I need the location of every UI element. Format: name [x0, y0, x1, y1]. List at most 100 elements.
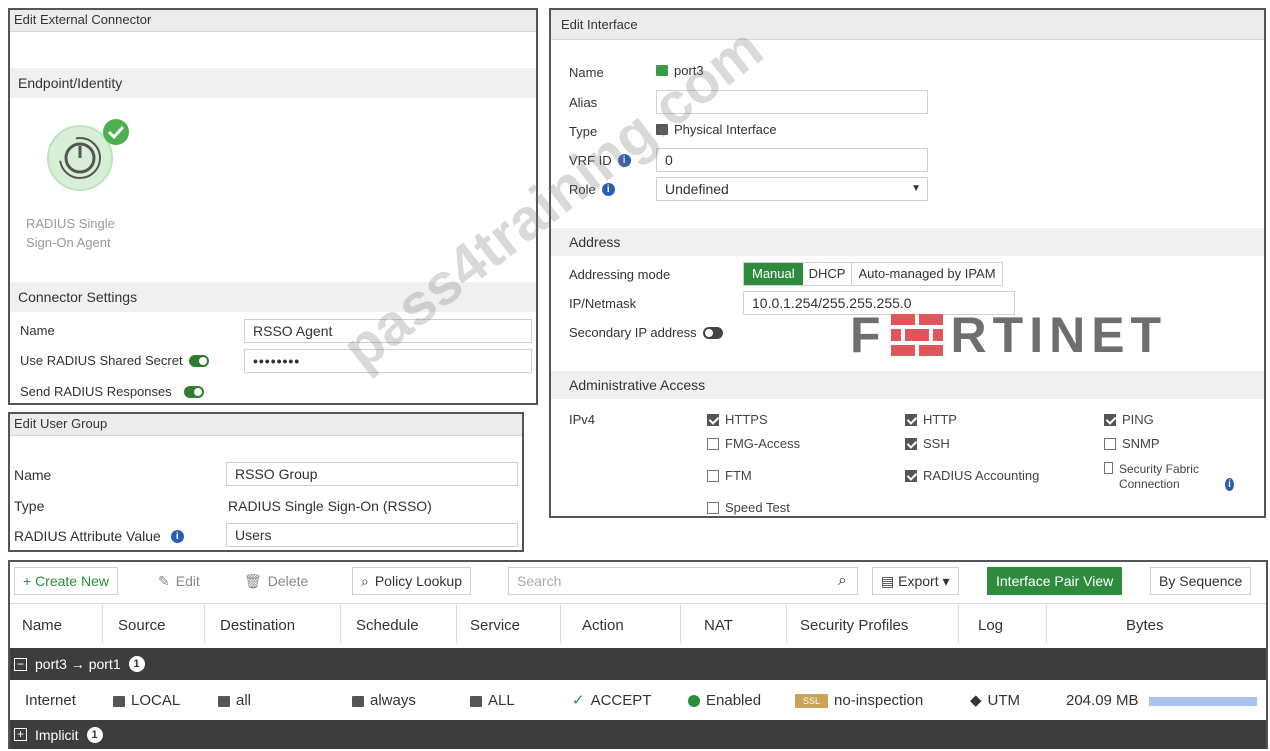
cell-log: ◆ UTM — [970, 688, 1020, 714]
bytes-bar — [1148, 696, 1257, 706]
access-checkbox-speed-test[interactable]: Speed Test — [707, 500, 790, 515]
checkbox[interactable] — [905, 413, 917, 426]
fabric-info-icon[interactable]: i — [1224, 478, 1234, 491]
vrf-info-icon[interactable]: i — [617, 154, 631, 167]
column-header-destination[interactable]: Destination — [220, 612, 295, 640]
rsso-agent-card[interactable]: RADIUS Single Sign-On Agent — [24, 110, 154, 260]
fortinet-logo: F RTINET — [850, 307, 1270, 363]
column-header-action[interactable]: Action — [582, 612, 624, 640]
by-sequence-button[interactable]: By Sequence — [1150, 567, 1252, 595]
radius-responses-label: Send RADIUS Responses — [20, 384, 172, 399]
policy-group-port3-port1[interactable]: − port3 → port1 1 — [10, 648, 1266, 680]
create-new-button[interactable]: + Create New — [14, 567, 118, 595]
column-header-nat[interactable]: NAT — [704, 612, 733, 640]
checkbox[interactable] — [707, 413, 719, 426]
policy-lookup-button[interactable]: ⌕ Policy Lookup — [352, 567, 472, 595]
cell-schedule: always — [352, 688, 416, 714]
column-header-service[interactable]: Service — [470, 612, 520, 640]
mode-dhcp-button[interactable]: DHCP — [803, 263, 853, 285]
checkbox[interactable] — [707, 469, 719, 482]
access-checkbox-ssh[interactable]: SSH — [905, 436, 950, 451]
column-header-log[interactable]: Log — [978, 612, 1003, 640]
radius-responses-toggle[interactable] — [183, 385, 204, 398]
column-divider — [958, 604, 959, 644]
rsso-agent-label: RADIUS Single Sign-On Agent — [26, 216, 115, 250]
access-checkbox-fmg-access[interactable]: FMG-Access — [707, 436, 800, 451]
collapse-icon[interactable]: − — [14, 657, 27, 671]
rsso-agent-icon — [47, 119, 129, 191]
secondary-ip-toggle[interactable] — [702, 326, 723, 339]
group-label: Implicit — [35, 726, 79, 743]
column-header-schedule[interactable]: Schedule — [356, 612, 419, 640]
checkbox[interactable] — [905, 437, 917, 450]
attr-value-input[interactable]: Users — [226, 523, 518, 547]
cell-service: ALL — [470, 688, 515, 714]
access-checkbox-security-fabric-connection[interactable]: Security Fabric Connection i — [1104, 462, 1234, 492]
policy-group-implicit[interactable]: + Implicit 1 — [10, 720, 1266, 749]
column-header-source[interactable]: Source — [118, 612, 166, 640]
access-checkbox-snmp[interactable]: SNMP — [1104, 436, 1160, 451]
physical-interface-icon — [656, 124, 668, 135]
role-info-icon[interactable]: i — [601, 183, 615, 196]
group-type-label: Type — [14, 498, 45, 514]
export-button[interactable]: ▤ Export ▾ — [872, 567, 959, 595]
fortinet-logo-mark — [890, 314, 943, 356]
checkbox[interactable] — [707, 437, 719, 450]
column-divider — [102, 604, 103, 644]
checkbox[interactable] — [1104, 437, 1116, 450]
service-icon — [470, 695, 482, 707]
addressing-mode-group: Manual DHCP Auto-managed by IPAM — [743, 262, 1003, 286]
trash-icon: 🗑 — [244, 573, 262, 589]
shield-icon: ◆ — [970, 692, 982, 709]
mode-ipam-button[interactable]: Auto-managed by IPAM — [852, 263, 1001, 285]
delete-button[interactable]: 🗑 Delete — [236, 567, 317, 595]
iface-alias-input[interactable] — [656, 90, 928, 114]
checkbox[interactable] — [707, 501, 719, 514]
role-row: Role i — [569, 182, 615, 197]
vrf-input[interactable]: 0 — [656, 148, 928, 172]
checkbox-label: SSH — [923, 436, 950, 451]
access-checkbox-ping[interactable]: PING — [1104, 412, 1154, 427]
column-header-bytes[interactable]: Bytes — [1126, 612, 1164, 640]
radius-responses-row: Send RADIUS Responses — [20, 384, 204, 399]
connector-name-input[interactable]: RSSO Agent — [244, 319, 532, 343]
export-icon: ▤ — [881, 573, 899, 589]
check-icon: ✓ — [572, 692, 585, 709]
checkbox-label: Speed Test — [725, 500, 790, 515]
attr-info-icon[interactable]: i — [170, 529, 184, 543]
access-checkbox-http[interactable]: HTTP — [905, 412, 957, 427]
mode-manual-button[interactable]: Manual — [744, 263, 803, 285]
shared-secret-toggle[interactable] — [188, 354, 209, 367]
column-divider — [680, 604, 681, 644]
role-select[interactable]: Undefined ▼ — [656, 177, 928, 201]
column-header-name[interactable]: Name — [22, 612, 62, 640]
cell-bytes: 204.09 MB — [1066, 688, 1257, 714]
group-name-input[interactable]: RSSO Group — [226, 462, 518, 486]
search-icon: ⌕ — [361, 573, 369, 589]
interface-pair-view-button[interactable]: Interface Pair View — [987, 567, 1123, 595]
expand-icon[interactable]: + — [14, 728, 27, 741]
logo-f: F — [850, 307, 885, 363]
access-checkbox-ftm[interactable]: FTM — [707, 468, 752, 483]
checkbox-label: RADIUS Accounting — [923, 468, 1040, 483]
column-divider — [560, 604, 561, 644]
access-checkbox-radius-accounting[interactable]: RADIUS Accounting — [905, 468, 1039, 483]
search-icon[interactable]: ⌕ — [838, 568, 847, 594]
address-icon — [218, 695, 230, 707]
checkbox[interactable] — [905, 469, 917, 482]
edit-button[interactable]: ✎ Edit — [150, 567, 208, 595]
policy-table-header — [10, 603, 1266, 648]
checkbox-label: SNMP — [1122, 436, 1160, 451]
cell-nat: Enabled — [688, 688, 761, 714]
checkbox[interactable] — [1104, 462, 1113, 474]
shared-secret-input[interactable]: •••••••• — [244, 349, 532, 373]
endpoint-section-header: Endpoint/Identity — [10, 68, 536, 98]
access-checkbox-https[interactable]: HTTPS — [707, 412, 768, 427]
search-input[interactable]: Search ⌕ — [508, 567, 858, 595]
checkbox[interactable] — [1104, 413, 1116, 426]
shared-secret-label: Use RADIUS Shared Secret — [20, 353, 183, 368]
enabled-icon — [688, 695, 700, 707]
user-group-title: Edit User Group — [10, 414, 522, 436]
cell-name: Internet — [25, 692, 76, 709]
column-header-security-profiles[interactable]: Security Profiles — [800, 612, 908, 640]
